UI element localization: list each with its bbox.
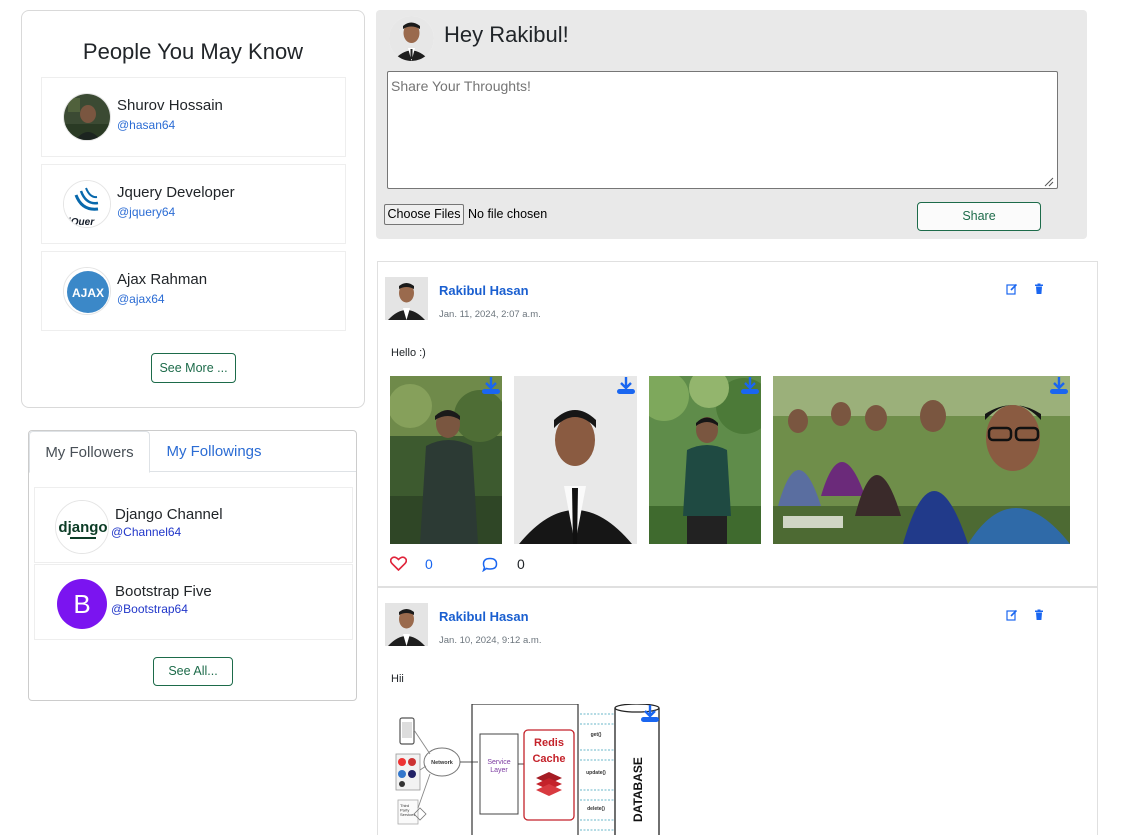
suggestion-item[interactable]: Shurov Hossain @hasan64 — [41, 77, 346, 157]
svg-text:django: django — [58, 519, 107, 536]
svg-text:Redis: Redis — [534, 737, 564, 749]
pymk-title: People You May Know — [82, 39, 304, 64]
svg-text:DATABASE: DATABASE — [631, 757, 645, 822]
post-text: Hello :) — [391, 347, 426, 359]
svg-text:Network: Network — [431, 760, 454, 766]
svg-text:Cache: Cache — [532, 753, 565, 765]
svg-text:jQuer: jQuer — [66, 217, 95, 228]
svg-text:B: B — [73, 589, 90, 619]
choose-files-button[interactable]: Choose Files — [384, 204, 464, 225]
download-icon[interactable] — [1048, 376, 1070, 396]
delete-icon[interactable] — [1033, 609, 1045, 621]
post-date: Jan. 11, 2024, 2:07 a.m. — [439, 309, 541, 320]
resize-grip-icon[interactable] — [1044, 177, 1054, 187]
follower-item[interactable]: django Django Channel @Channel64 — [34, 487, 353, 563]
thoughts-textarea[interactable] — [387, 71, 1058, 189]
download-icon[interactable] — [639, 704, 661, 724]
follower-item[interactable]: B Bootstrap Five @Bootstrap64 — [34, 564, 353, 640]
greeting: Hey Rakibul! — [444, 22, 569, 47]
avatar — [63, 93, 111, 141]
follower-name[interactable]: Django Channel — [115, 506, 223, 523]
suggestion-handle: @ajax64 — [117, 292, 165, 306]
post-image[interactable] — [390, 376, 502, 544]
follower-name[interactable]: Bootstrap Five — [115, 583, 212, 600]
tab-my-followings[interactable]: My Followings — [150, 431, 278, 472]
user-avatar — [389, 16, 434, 61]
avatar: jQuer — [63, 180, 111, 228]
comment-icon[interactable] — [482, 557, 498, 572]
suggestion-name[interactable]: Jquery Developer — [117, 184, 235, 201]
share-button[interactable]: Share — [917, 202, 1041, 231]
svg-text:AJAX: AJAX — [72, 286, 104, 300]
post-image[interactable] — [514, 376, 637, 544]
post-card: Rakibul Hasan Jan. 10, 2024, 9:12 a.m. H… — [377, 587, 1098, 835]
suggestion-handle: @jquery64 — [117, 205, 176, 219]
followers-card: My Followers My Followings django Django… — [28, 430, 357, 701]
svg-text:delete(): delete() — [587, 806, 605, 812]
file-status: No file chosen — [468, 207, 548, 221]
suggestion-item[interactable]: jQuer Jquery Developer @jquery64 — [41, 164, 346, 244]
edit-icon[interactable] — [1006, 283, 1018, 295]
svg-text:update(): update() — [586, 770, 606, 776]
post-author-avatar — [385, 603, 428, 646]
post-image[interactable]: Third Party Services Network Service Layer … — [390, 704, 663, 835]
post-date: Jan. 10, 2024, 9:12 a.m. — [439, 635, 542, 646]
download-icon[interactable] — [739, 376, 761, 396]
see-all-button[interactable]: See All... — [153, 657, 233, 686]
post-card: Rakibul Hasan Jan. 11, 2024, 2:07 a.m. H… — [377, 261, 1098, 587]
post-image[interactable] — [773, 376, 1070, 544]
post-text: Hii — [391, 673, 404, 685]
download-icon[interactable] — [480, 376, 502, 396]
post-composer: Hey Rakibul! Choose Files No file chosen… — [376, 10, 1087, 239]
post-author-name[interactable]: Rakibul Hasan — [439, 609, 529, 624]
svg-text:get(): get() — [591, 732, 602, 738]
see-more-button[interactable]: See More ... — [151, 353, 236, 383]
like-count: 0 — [425, 556, 433, 572]
download-icon[interactable] — [615, 376, 637, 396]
suggestion-handle: @hasan64 — [117, 118, 176, 132]
avatar: B — [55, 577, 109, 631]
post-image[interactable] — [649, 376, 761, 544]
people-you-may-know-card: People You May Know Shurov Hossain @hasa… — [21, 10, 365, 408]
follower-handle: @Bootstrap64 — [111, 602, 188, 616]
edit-icon[interactable] — [1006, 609, 1018, 621]
post-author-name[interactable]: Rakibul Hasan — [439, 283, 529, 298]
suggestion-name[interactable]: Ajax Rahman — [117, 271, 207, 288]
delete-icon[interactable] — [1033, 283, 1045, 295]
tab-my-followers[interactable]: My Followers — [29, 431, 150, 473]
follower-handle: @Channel64 — [111, 525, 182, 539]
svg-text:ServiceLayer: Service Layer — [487, 759, 510, 774]
comment-count: 0 — [517, 556, 525, 572]
avatar: AJAX — [63, 267, 111, 315]
avatar: django — [55, 500, 109, 554]
like-heart-icon[interactable] — [390, 556, 407, 571]
post-author-avatar — [385, 277, 428, 320]
suggestion-name[interactable]: Shurov Hossain — [117, 97, 223, 114]
follow-tabs: My Followers My Followings — [29, 431, 356, 473]
suggestion-item[interactable]: AJAX Ajax Rahman @ajax64 — [41, 251, 346, 331]
